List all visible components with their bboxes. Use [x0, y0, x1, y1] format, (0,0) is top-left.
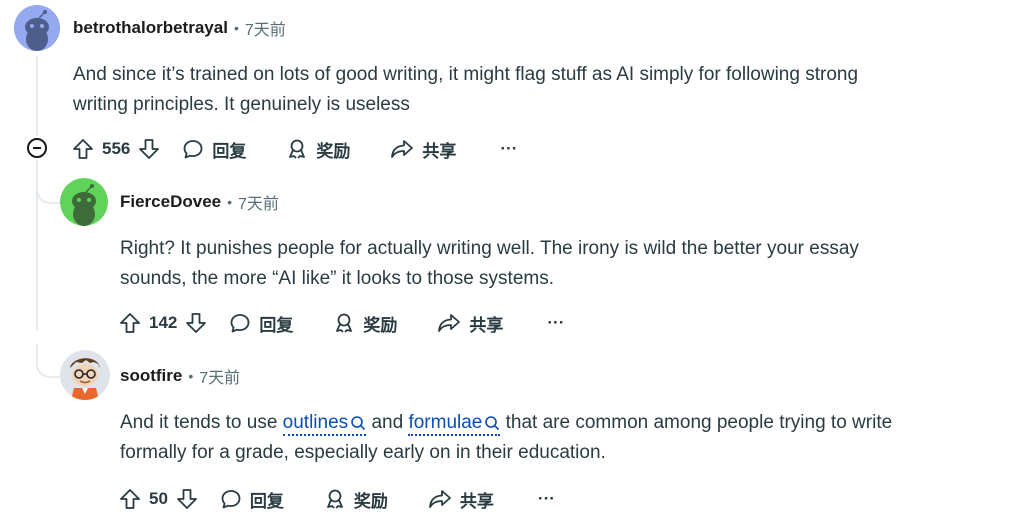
award-icon — [289, 139, 306, 159]
search-icon — [485, 416, 500, 431]
award-label: 奖励 — [353, 491, 388, 511]
username[interactable]: sootfire — [120, 366, 182, 386]
username[interactable]: betrothalorbetrayal — [73, 18, 228, 38]
comment-body: And since it’s trained on lots of good w… — [73, 60, 858, 120]
body-text-segment: and — [366, 412, 409, 433]
share-button[interactable]: 共享 — [390, 137, 456, 162]
reply-button[interactable]: 回复 — [220, 487, 284, 512]
avatar[interactable] — [60, 178, 108, 226]
downvote-icon — [139, 139, 160, 159]
comment-meta: sootfire • 7天前 — [120, 364, 240, 388]
upvote-icon — [120, 313, 140, 333]
comment-body-line: writing principles. It genuinely is usel… — [73, 94, 410, 115]
avatar[interactable] — [60, 350, 110, 400]
timestamp[interactable]: 7天前 — [238, 190, 279, 214]
search-keyword-link[interactable]: outlines — [282, 412, 367, 436]
reply-label: 回复 — [259, 315, 294, 335]
award-button[interactable]: 奖励 — [324, 487, 388, 512]
upvote-button[interactable] — [119, 488, 141, 510]
more-icon: ··· — [537, 489, 555, 508]
custom-avatar-icon — [60, 350, 110, 400]
keyword-text: outlines — [282, 412, 349, 433]
comment-meta: betrothalorbetrayal • 7天前 — [73, 16, 286, 40]
downvote-icon — [186, 313, 207, 333]
reply-button[interactable]: 回复 — [182, 137, 246, 162]
comment-body-line: formally for a grade, especially early o… — [120, 442, 606, 463]
downvote-button[interactable] — [185, 312, 207, 334]
award-label: 奖励 — [316, 141, 351, 161]
thread-line-main — [36, 56, 38, 136]
comment-actions: 142 回复 奖励 共享 ··· — [119, 307, 564, 339]
share-label: 共享 — [459, 491, 494, 511]
comment-body-line: Right? It punishes people for actually w… — [120, 238, 859, 259]
reply-bubble-icon — [230, 314, 250, 333]
share-label: 共享 — [469, 315, 504, 335]
more-icon: ··· — [547, 313, 565, 332]
award-icon — [336, 313, 353, 333]
share-arrow-icon — [429, 490, 451, 508]
separator-dot: • — [227, 194, 233, 210]
timestamp[interactable]: 7天前 — [245, 16, 286, 40]
comment-body: And it tends to use outlines and formula… — [120, 408, 892, 468]
vote-count: 50 — [149, 489, 168, 508]
more-options-button[interactable]: ··· — [500, 139, 517, 159]
keyword-text: formulae — [408, 412, 483, 433]
reply-label: 回复 — [249, 491, 284, 511]
body-text-segment: And it tends to use — [120, 412, 283, 433]
upvote-button[interactable] — [119, 312, 141, 334]
comment-body-line: sounds, the more “AI like” it looks to t… — [120, 268, 555, 289]
more-options-button[interactable]: ··· — [547, 313, 564, 333]
timestamp[interactable]: 7天前 — [199, 364, 240, 388]
body-text-segment: that are common among people trying to w… — [500, 412, 893, 433]
comment-body: Right? It punishes people for actually w… — [120, 234, 859, 294]
upvote-icon — [73, 139, 93, 159]
separator-dot: • — [233, 20, 239, 36]
share-button[interactable]: 共享 — [428, 487, 494, 512]
comment-meta: FierceDovee • 7天前 — [120, 190, 279, 214]
comment-body-line: And it tends to use outlines and formula… — [120, 408, 892, 438]
upvote-icon — [120, 489, 140, 509]
share-arrow-icon — [438, 314, 461, 332]
reply-button[interactable]: 回复 — [229, 311, 293, 336]
more-options-button[interactable]: ··· — [538, 489, 555, 509]
reply-bubble-icon — [183, 140, 203, 159]
comment-body-line: And since it’s trained on lots of good w… — [73, 64, 859, 85]
downvote-button[interactable] — [138, 138, 160, 160]
snoo-avatar-icon — [60, 178, 108, 226]
award-button[interactable]: 奖励 — [333, 311, 397, 336]
comment-actions: 50 回复 奖励 共享 ··· — [119, 483, 555, 515]
snoo-avatar-icon — [14, 5, 60, 51]
upvote-button[interactable] — [72, 138, 94, 160]
share-arrow-icon — [391, 140, 414, 158]
award-icon — [327, 489, 343, 509]
vote-count: 556 — [102, 139, 131, 158]
more-icon: ··· — [500, 139, 518, 158]
username[interactable]: FierceDovee — [120, 192, 221, 212]
thread-elbow-1 — [36, 172, 62, 204]
thread-elbow-2 — [36, 344, 62, 378]
avatar[interactable] — [14, 5, 60, 51]
separator-dot: • — [188, 368, 194, 384]
share-label: 共享 — [422, 141, 457, 161]
comment-actions: 556 回复 奖励 共享 ··· — [72, 133, 517, 165]
reply-bubble-icon — [221, 490, 241, 509]
vote-count: 142 — [149, 313, 178, 332]
award-button[interactable]: 奖励 — [286, 137, 350, 162]
downvote-icon — [177, 489, 197, 509]
award-label: 奖励 — [363, 315, 398, 335]
collapse-thread-button[interactable] — [27, 138, 47, 158]
search-icon — [351, 416, 366, 431]
downvote-button[interactable] — [176, 488, 198, 510]
share-button[interactable]: 共享 — [437, 311, 503, 336]
search-keyword-link[interactable]: formulae — [408, 412, 501, 436]
reply-label: 回复 — [212, 141, 247, 161]
